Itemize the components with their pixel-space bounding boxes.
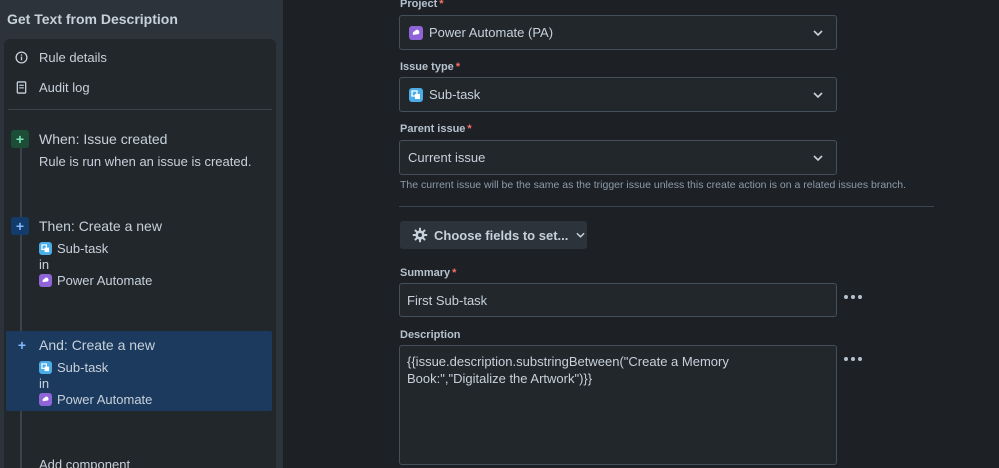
- rule-title: Get Text from Description: [7, 11, 178, 27]
- project-icon: [409, 25, 423, 40]
- menu-divider: [8, 109, 272, 110]
- step-project: Power Automate: [39, 392, 152, 407]
- step-in-label: in: [39, 257, 50, 272]
- rule-step-trigger[interactable]: + When: Issue created Rule is run when a…: [4, 125, 272, 175]
- step-title: And: Create a new: [39, 337, 155, 353]
- description-value: {{issue.description.substringBetween("Cr…: [407, 354, 729, 386]
- chevron-down-icon: [806, 29, 830, 36]
- summary-label: Summary *: [400, 267, 457, 279]
- step-title: When: Issue created: [39, 131, 168, 147]
- chevron-down-icon: [806, 91, 830, 98]
- summary-more-options-button[interactable]: [844, 291, 862, 303]
- step-issue-type: Sub-task: [39, 241, 108, 256]
- gear-icon: [412, 227, 428, 243]
- step-project-label: Power Automate: [57, 273, 153, 288]
- choose-fields-label: Choose fields to set...: [434, 227, 569, 243]
- step-title: Then: Create a new: [39, 218, 162, 234]
- parent-issue-help-text: The current issue will be the same as th…: [400, 179, 907, 191]
- rule-step-action-2[interactable]: + And: Create a new Sub-task in Power Au…: [6, 331, 272, 411]
- rule-sidebar: Get Text from Description Rule details A…: [0, 0, 283, 468]
- timeline-line: [20, 139, 22, 468]
- plus-icon[interactable]: +: [11, 217, 29, 235]
- parent-issue-value: Current issue: [408, 150, 486, 165]
- step-project-label: Power Automate: [57, 392, 153, 407]
- issue-type-value: Sub-task: [429, 87, 481, 102]
- parent-issue-select[interactable]: Current issue: [399, 140, 837, 175]
- subtask-icon: [39, 242, 52, 255]
- chevron-down-icon: [806, 154, 830, 161]
- rule-step-action-1[interactable]: + Then: Create a new Sub-task in Power A…: [4, 212, 272, 292]
- project-value: Power Automate (PA): [429, 25, 554, 40]
- info-icon: [14, 50, 28, 64]
- issue-type-label: Issue type *: [400, 61, 461, 73]
- project-icon: [39, 393, 52, 406]
- step-issue-type-label: Sub-task: [57, 241, 109, 256]
- step-issue-type-label: Sub-task: [57, 360, 109, 375]
- rule-panel: Rule details Audit log + When: Issue cre…: [4, 39, 276, 468]
- step-in-label: in: [39, 376, 50, 391]
- description-input[interactable]: {{issue.description.substringBetween("Cr…: [399, 345, 837, 465]
- summary-input[interactable]: First Sub-task: [399, 283, 837, 317]
- menu-item-audit-log[interactable]: Audit log: [4, 75, 276, 99]
- project-icon: [39, 274, 52, 287]
- description-more-options-button[interactable]: [844, 353, 862, 365]
- add-component-link[interactable]: Add component: [39, 457, 130, 468]
- plus-icon[interactable]: +: [11, 130, 29, 148]
- subtask-icon: [409, 87, 423, 102]
- menu-item-rule-details[interactable]: Rule details: [4, 45, 276, 69]
- subtask-icon: [39, 361, 52, 374]
- step-subtitle: Rule is run when an issue is created.: [39, 154, 252, 169]
- project-select[interactable]: Power Automate (PA): [399, 15, 837, 50]
- description-label: Description: [400, 329, 461, 341]
- issue-type-select[interactable]: Sub-task: [399, 77, 837, 112]
- choose-fields-button[interactable]: Choose fields to set...: [400, 221, 587, 249]
- step-project: Power Automate: [39, 273, 152, 288]
- form-divider: [399, 206, 934, 207]
- summary-value: First Sub-task: [407, 292, 488, 308]
- document-icon: [14, 80, 28, 94]
- menu-item-label: Audit log: [39, 79, 90, 95]
- plus-icon[interactable]: +: [13, 336, 31, 354]
- parent-issue-label: Parent issue *: [400, 123, 472, 135]
- step-issue-type: Sub-task: [39, 360, 108, 375]
- menu-item-label: Rule details: [39, 49, 107, 65]
- project-label: Project *: [400, 0, 444, 10]
- chevron-down-icon: [576, 232, 585, 238]
